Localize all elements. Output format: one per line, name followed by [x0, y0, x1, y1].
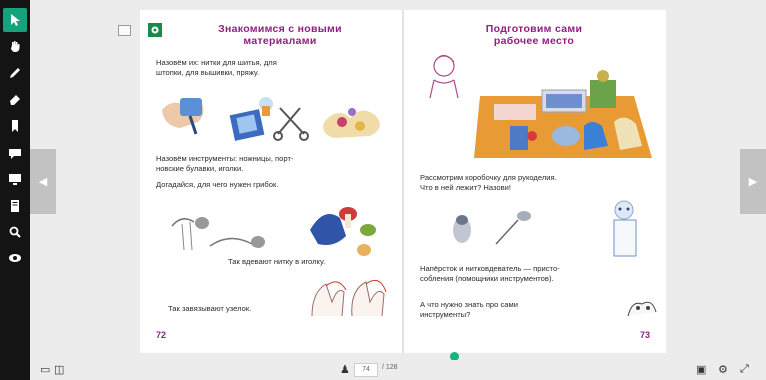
search-icon	[9, 226, 21, 238]
next-page-button[interactable]: ▶	[740, 149, 766, 214]
page-number: 72	[156, 330, 167, 340]
tools-illustration	[453, 200, 637, 257]
eraser-tool[interactable]	[3, 87, 27, 111]
eraser-icon	[10, 95, 20, 105]
page-number: 73	[640, 330, 651, 340]
threads-illustration	[162, 97, 380, 141]
paragraph: Так вдевают нитку в иголку.	[228, 257, 326, 266]
threading-illustration	[171, 207, 376, 256]
screen-tool[interactable]	[3, 167, 27, 191]
chevron-left-icon: ◀	[38, 176, 48, 188]
settings-icon[interactable]: ⚙	[718, 363, 728, 376]
tools-doodle-illustration	[627, 301, 657, 317]
notes-tool[interactable]	[3, 194, 27, 218]
pen-icon	[10, 68, 20, 78]
fullscreen-icon[interactable]: ⤢	[740, 363, 749, 376]
page-thumbnail-icon[interactable]	[118, 25, 131, 36]
section-icon	[148, 23, 162, 37]
paragraph: Назовём их: нитки для шитья, для штопки,…	[156, 58, 277, 77]
knot-illustration	[311, 279, 387, 317]
hand-icon	[11, 41, 20, 52]
double-page-view-icon[interactable]: ◫	[54, 363, 64, 376]
view-tool[interactable]	[3, 246, 27, 270]
comment-tool[interactable]	[3, 141, 27, 165]
pen-tool[interactable]	[3, 61, 27, 85]
paragraph: Догадайся, для чего нужен грибок.	[156, 180, 279, 189]
page-total: / 128	[382, 364, 398, 371]
search-tool[interactable]	[3, 220, 27, 244]
book-page-right: Подготовим сами рабочее место Рассмотрим…	[404, 10, 666, 353]
eye-icon	[9, 254, 21, 262]
select-tool[interactable]	[3, 8, 27, 32]
single-page-view-icon[interactable]: ▭	[40, 363, 50, 376]
bottom-bar: ▭ ◫ ♟ 74 / 128 ▣ ⚙ ⤢	[30, 360, 766, 380]
book-page-left: Знакомимся с новыми материалами Назовём …	[140, 10, 402, 353]
paragraph: Рассмотрим коробочку для рукоделия. Что …	[420, 173, 557, 192]
book-viewer: ◀ ▶ Знакомимся с новыми материалами Назо…	[30, 0, 766, 380]
page-number-input[interactable]: 74	[354, 363, 378, 377]
paragraph: А что нужно знать про сами инструменты?	[420, 300, 518, 319]
bookmark-tool[interactable]	[3, 114, 27, 138]
screen-icon	[9, 174, 21, 185]
page-title: Подготовим сами рабочее место	[485, 23, 583, 47]
pan-tool[interactable]	[3, 34, 27, 58]
girl-illustration	[429, 54, 459, 99]
chevron-right-icon: ▶	[748, 176, 758, 188]
notes-icon	[11, 200, 19, 212]
cursor-icon	[11, 14, 20, 26]
paragraph: Так завязывают узелок.	[168, 304, 252, 313]
paragraph: Назовём инструменты: ножницы, порт- новс…	[156, 154, 294, 173]
tools-sidebar	[0, 0, 30, 380]
bookmark-icon	[12, 120, 18, 132]
prev-page-button[interactable]: ◀	[30, 149, 56, 214]
sewing-box-illustration	[474, 70, 652, 158]
image-icon[interactable]: ▣	[696, 363, 706, 376]
page-person-icon: ♟	[340, 364, 350, 376]
page-title: Знакомимся с новыми материалами	[218, 23, 342, 47]
comment-icon	[9, 149, 21, 159]
paragraph: Напёрсток и нитковдеватель — присто- соб…	[420, 264, 560, 283]
